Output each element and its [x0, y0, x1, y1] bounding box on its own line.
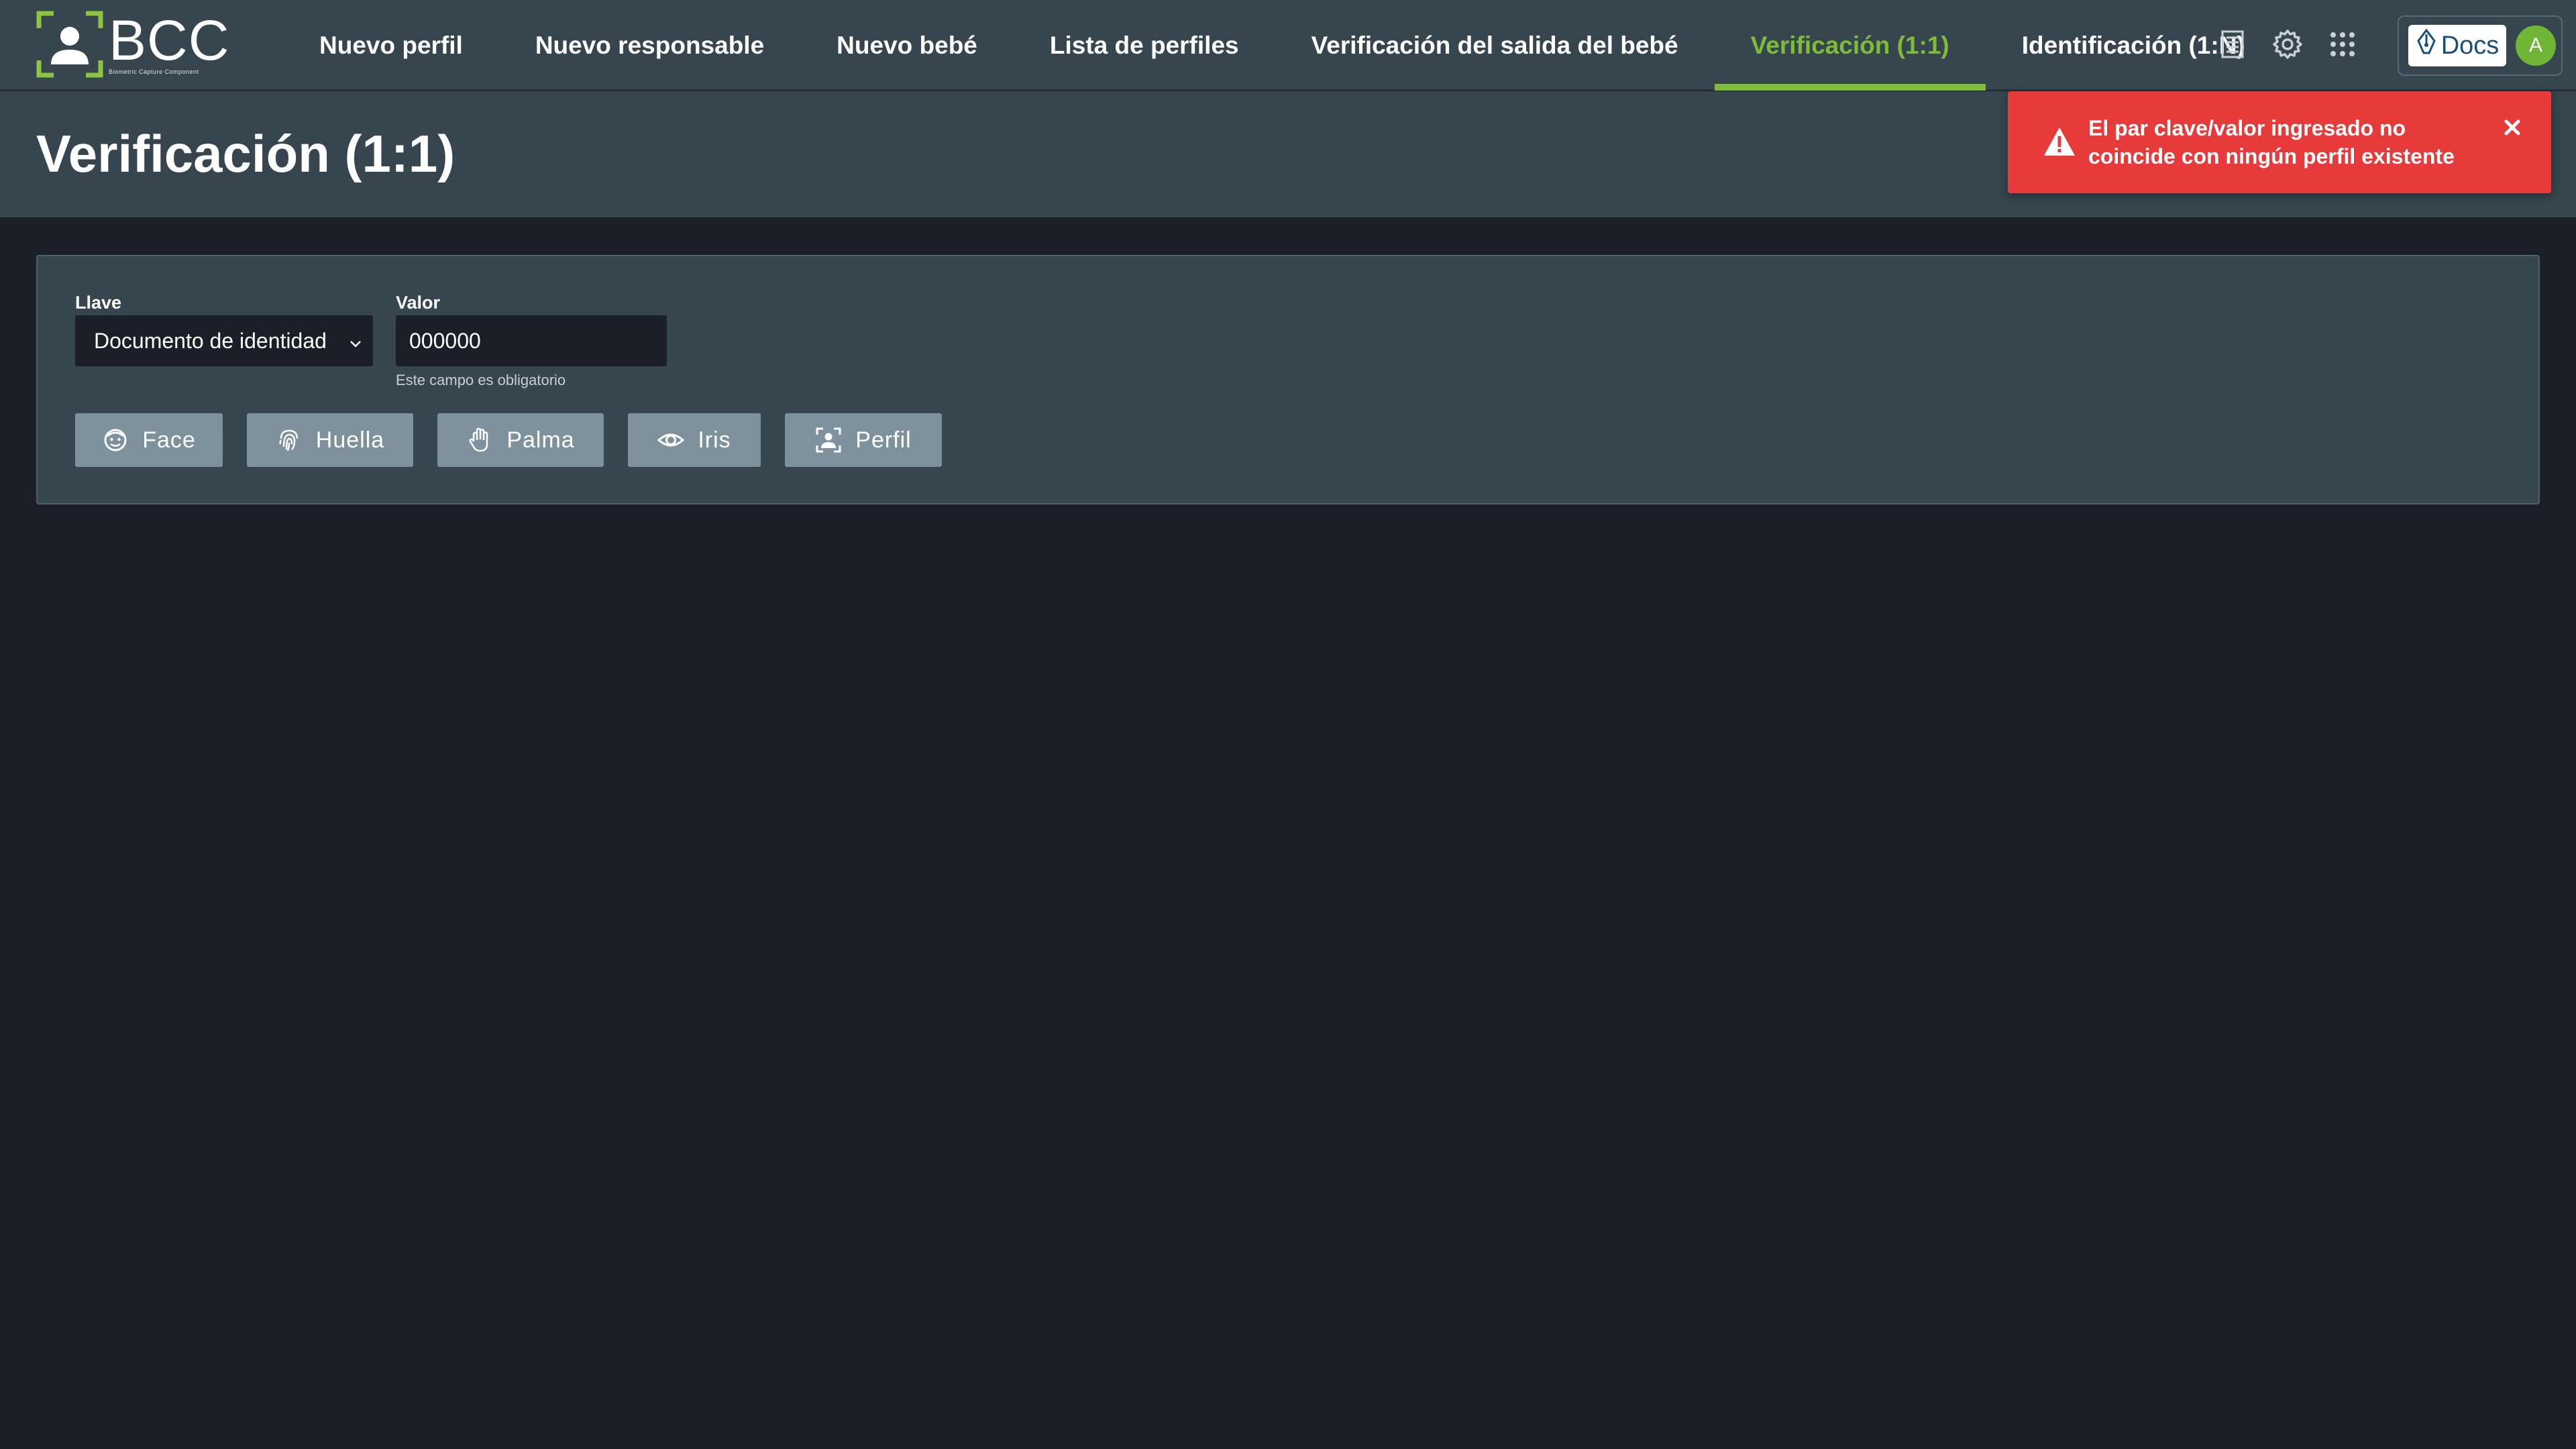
fingerprint-button-label: Huella	[315, 427, 385, 453]
nav-item-lista-perfiles[interactable]: Lista de perfiles	[1014, 0, 1275, 91]
value-helper-text: Este campo es obligatorio	[396, 372, 566, 388]
apps-grid-icon[interactable]	[2324, 25, 2361, 63]
docs-user-box: Docs A	[2398, 15, 2563, 76]
docs-label: Docs	[2440, 31, 2500, 60]
value-label: Valor	[396, 292, 441, 313]
logo-subtitle: Biometric Capture Component	[109, 68, 199, 75]
iris-button-label: Iris	[698, 427, 731, 453]
key-select-value: Documento de identidad	[94, 328, 327, 353]
main-nav: Nuevo perfil Nuevo responsable Nuevo beb…	[283, 0, 2282, 91]
fingerprint-button[interactable]: Huella	[247, 413, 413, 467]
gear-icon[interactable]	[2269, 25, 2306, 63]
error-toast: El par clave/valor ingresado no coincide…	[2008, 91, 2551, 193]
toolbar-icons	[2214, 19, 2361, 70]
value-input[interactable]	[396, 315, 667, 366]
nav-item-nuevo-perfil[interactable]: Nuevo perfil	[283, 0, 499, 91]
person-frame-icon	[36, 11, 103, 78]
nav-item-nuevo-bebe[interactable]: Nuevo bebé	[800, 0, 1014, 91]
logo-name: BCC	[109, 9, 230, 72]
face-icon	[104, 429, 127, 451]
profile-button[interactable]: Perfil	[785, 413, 942, 467]
top-navbar: BCC Biometric Capture Component Nuevo pe…	[0, 0, 2576, 91]
key-label: Llave	[75, 292, 122, 313]
pen-nib-icon	[2416, 28, 2437, 62]
warning-icon	[2043, 126, 2076, 157]
eye-icon	[657, 433, 685, 447]
docs-button[interactable]: Docs	[2408, 25, 2506, 66]
toast-message: El par clave/valor ingresado no coincide…	[2088, 116, 2455, 168]
palm-button[interactable]: Palma	[437, 413, 604, 467]
chevron-down-icon	[347, 333, 364, 349]
nav-item-nuevo-responsable[interactable]: Nuevo responsable	[499, 0, 800, 91]
page-title: Verificación (1:1)	[36, 124, 455, 183]
iris-button[interactable]: Iris	[628, 413, 761, 467]
key-select[interactable]: Documento de identidad	[75, 315, 373, 366]
face-button[interactable]: Face	[75, 413, 223, 467]
verification-form-card: Llave Documento de identidad Valor Este …	[36, 255, 2540, 504]
palm-icon	[469, 427, 488, 452]
face-button-label: Face	[142, 427, 196, 453]
fingerprint-icon	[279, 429, 299, 451]
nav-item-verificacion-salida-bebe[interactable]: Verificación del salida del bebé	[1275, 0, 1715, 91]
palm-button-label: Palma	[506, 427, 575, 453]
bcc-logo[interactable]: BCC Biometric Capture Component	[36, 11, 244, 78]
close-icon[interactable]	[2502, 117, 2522, 138]
profile-frame-icon	[816, 427, 841, 453]
profile-button-label: Perfil	[855, 427, 912, 453]
nav-item-verificacion-1-1[interactable]: Verificación (1:1)	[1714, 0, 1986, 91]
avatar[interactable]: A	[2516, 25, 2556, 66]
document-icon[interactable]	[2214, 25, 2251, 63]
